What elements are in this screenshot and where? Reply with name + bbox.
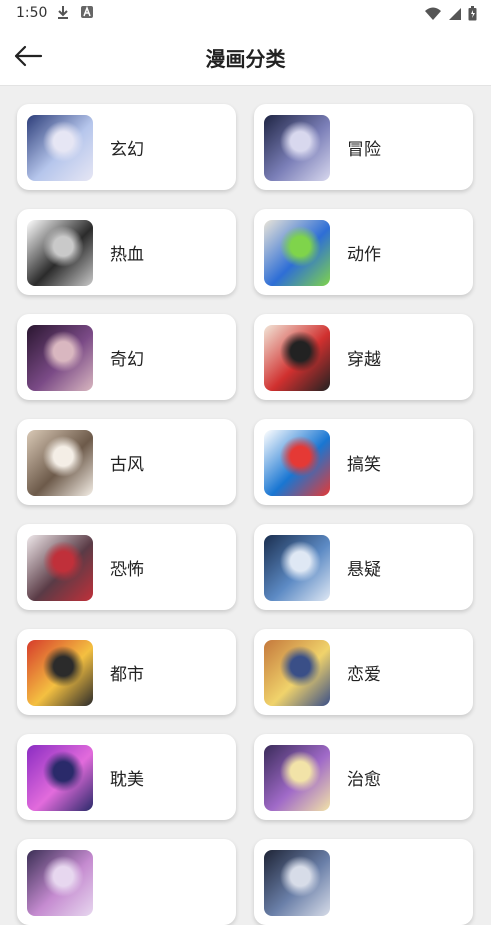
category-thumbnail [27,325,93,391]
category-card[interactable]: 动作 [254,209,473,295]
category-thumbnail [27,430,93,496]
page-title: 漫画分类 [205,47,286,71]
category-label: 穿越 [347,350,381,370]
category-thumbnail [264,535,330,601]
category-card[interactable]: 搞笑 [254,419,473,505]
category-card[interactable]: 奇幻 [17,314,236,400]
category-thumbnail [264,325,330,391]
category-card[interactable]: 都市 [17,629,236,715]
category-label: 搞笑 [347,455,381,475]
category-card[interactable]: 恋爱 [254,629,473,715]
wifi-icon [425,7,441,20]
app-notification-icon [81,5,93,18]
category-label: 耽美 [110,770,144,790]
category-card[interactable] [17,839,236,925]
category-card[interactable]: 玄幻 [17,104,236,190]
category-label: 冒险 [347,140,381,160]
status-system-icons [424,6,477,21]
category-card[interactable]: 治愈 [254,734,473,820]
category-label: 古风 [110,455,144,475]
category-card[interactable] [254,839,473,925]
category-card[interactable]: 古风 [17,419,236,505]
status-notification-icons [56,5,94,21]
category-label: 恐怖 [110,560,144,580]
category-thumbnail [264,745,330,811]
status-time: 1:50 [16,5,48,21]
category-card[interactable]: 悬疑 [254,524,473,610]
category-thumbnail [27,640,93,706]
status-bar: 1:50 [0,0,491,28]
category-card[interactable]: 耽美 [17,734,236,820]
category-label: 奇幻 [110,350,144,370]
app-bar: 漫画分类 [0,28,491,86]
category-card[interactable]: 热血 [17,209,236,295]
category-label: 治愈 [347,770,381,790]
category-card[interactable]: 恐怖 [17,524,236,610]
category-label: 恋爱 [347,665,381,685]
battery-icon [468,6,477,21]
category-thumbnail [264,850,330,916]
category-label: 动作 [347,245,381,265]
category-thumbnail [27,850,93,916]
category-label: 热血 [110,245,144,265]
category-thumbnail [27,535,93,601]
category-thumbnail [27,220,93,286]
signal-icon [449,7,461,20]
category-card[interactable]: 穿越 [254,314,473,400]
category-thumbnail [27,745,93,811]
category-thumbnail [264,430,330,496]
category-thumbnail [264,115,330,181]
category-label: 玄幻 [110,140,144,160]
category-label: 悬疑 [347,560,381,580]
download-icon [58,6,68,19]
category-card[interactable]: 冒险 [254,104,473,190]
category-thumbnail [264,220,330,286]
category-thumbnail [264,640,330,706]
category-label: 都市 [110,665,144,685]
category-thumbnail [27,115,93,181]
